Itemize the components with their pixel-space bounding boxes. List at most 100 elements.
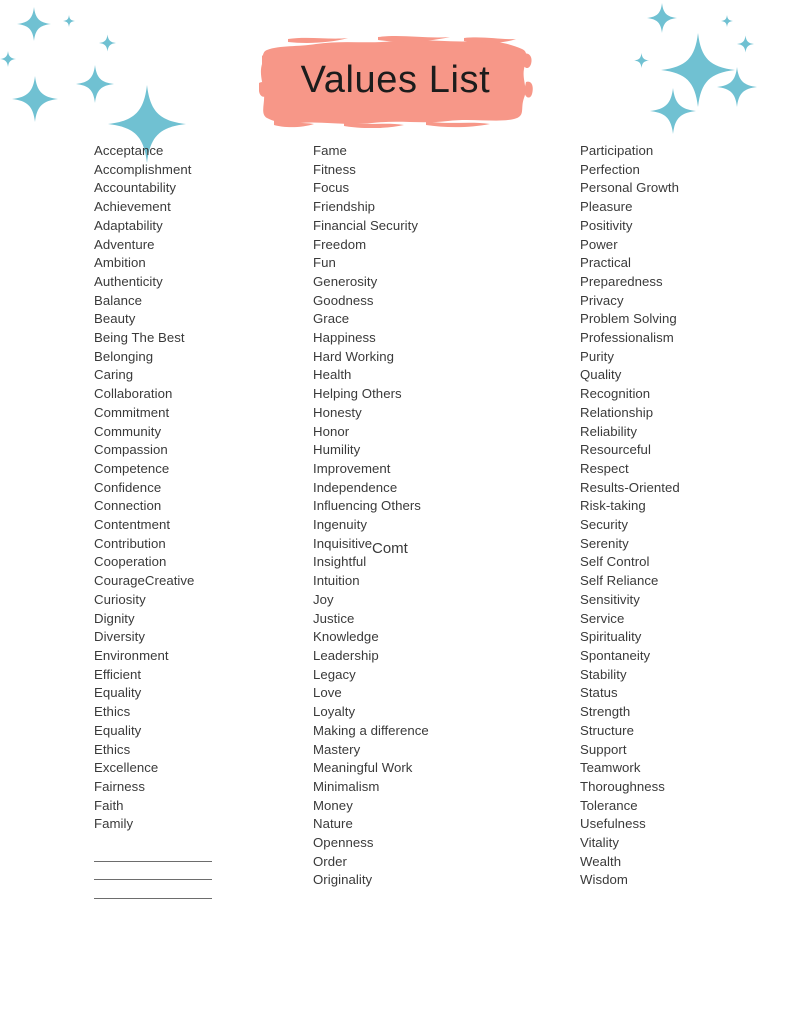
value-item: Pleasure [580,199,633,215]
value-item: Goodness [313,292,374,308]
value-item: Community [94,423,162,439]
value-item: Personal Growth [580,180,679,196]
value-item: Vitality [580,835,620,851]
value-item: Joy [313,591,334,607]
value-item: Accomplishment [94,161,192,177]
value-item: Ingenuity [313,517,367,533]
value-item: Fairness [94,778,145,794]
value-item: Service [580,610,625,626]
value-item: Knowledge [313,629,379,645]
value-item: Honor [313,423,350,439]
value-item: Mastery [313,741,361,757]
value-item: Stability [580,666,627,682]
value-item: Adaptability [94,217,163,233]
value-item: Power [580,236,618,252]
value-item: Openness [313,835,374,851]
value-item: Contentment [94,517,171,533]
value-item: Legacy [313,666,356,682]
page-title: Values List [300,59,491,101]
value-item: Confidence [94,479,162,495]
value-item: Relationship [580,404,654,420]
value-item: Thoroughness [580,778,665,794]
value-item: Ethics [94,704,131,720]
value-item: Family [94,816,134,832]
blank-write-in-line[interactable] [94,885,212,904]
value-item: Connection [94,498,162,514]
title-banner: Values List [0,36,791,128]
value-item: Generosity [313,273,378,289]
value-item: Grace [313,311,350,327]
value-item: Health [313,367,352,383]
values-column-3: Participation Perfection Personal Growth Pl… [580,142,790,904]
blank-write-in-line[interactable] [94,867,212,886]
values-list-page: Values List Acceptance Accomplishment Acco… [0,0,791,1024]
value-item: Intuition [313,573,360,589]
value-item: Results-Oriented [580,479,680,495]
value-item: Perfection [580,161,640,177]
value-item: Achievement [94,199,171,215]
value-item: Participation [580,143,654,158]
value-item: Risk-taking [580,498,646,514]
value-item: Professionalism [580,330,674,346]
value-item: Usefulness [580,816,646,832]
value-item: Acceptance [94,143,164,158]
value-item: Purity [580,348,615,364]
value-item: Balance [94,292,143,308]
value-item: Love [313,685,342,701]
value-item: Sensitivity [580,591,640,607]
value-item: Recognition [580,386,651,402]
value-item: Preparedness [580,273,663,289]
value-item: Compassion [94,442,168,458]
value-item: Inquisitive [313,535,373,551]
value-item: Honesty [313,404,362,420]
values-column-2: Fame Fitness Focus Friendship Financial Secu… [313,142,563,904]
value-item: Improvement [313,460,391,476]
value-item: Respect [580,460,629,476]
value-item: Accountability [94,180,177,196]
value-item: Caring [94,367,134,383]
value-item: Authenticity [94,273,163,289]
value-item: Collaboration [94,386,173,402]
sparkle-icon [721,15,733,27]
value-item: Meaningful Work [313,760,413,776]
value-item: Excellence [94,760,159,776]
value-item: Equality [94,722,142,738]
value-item: Hard Working [313,348,394,364]
blank-lines-1 [94,848,304,904]
value-item: Teamwork [580,760,641,776]
value-item: Ambition [94,255,146,271]
value-item: CourageCreative [94,573,195,589]
value-item: Structure [580,722,634,738]
value-list-3: Participation Perfection Personal Growth Pl… [580,142,790,890]
value-item: Fitness [313,161,356,177]
value-item: Quality [580,367,622,383]
value-item: Dignity [94,610,135,626]
value-item: Freedom [313,236,367,252]
value-item: Influencing Others [313,498,421,514]
value-item: Problem Solving [580,311,677,327]
stray-artifact-text: Comt [372,540,408,557]
value-item: Helping Others [313,386,402,402]
value-item: Friendship [313,199,376,215]
values-column-1: Acceptance Accomplishment Accountability Ac… [94,142,304,904]
value-item: Belonging [94,348,154,364]
value-item: Nature [313,816,353,832]
value-item: Humility [313,442,361,458]
value-item: Beauty [94,311,136,327]
value-list-2: Fame Fitness Focus Friendship Financial Secu… [313,142,563,890]
value-item: Leadership [313,647,379,663]
value-item: Resourceful [580,442,651,458]
value-item: Loyalty [313,704,356,720]
sparkle-icon [647,3,677,33]
value-item: Security [580,517,629,533]
value-item: Focus [313,180,350,196]
blank-write-in-line[interactable] [94,848,212,867]
value-item: Happiness [313,330,376,346]
value-item: Insightful [313,554,367,570]
value-item: Wisdom [580,872,628,888]
value-item: Making a difference [313,722,429,738]
value-item: Self Reliance [580,573,659,589]
value-item: Competence [94,460,170,476]
page-header: Values List [0,0,791,163]
value-item: Spontaneity [580,647,651,663]
